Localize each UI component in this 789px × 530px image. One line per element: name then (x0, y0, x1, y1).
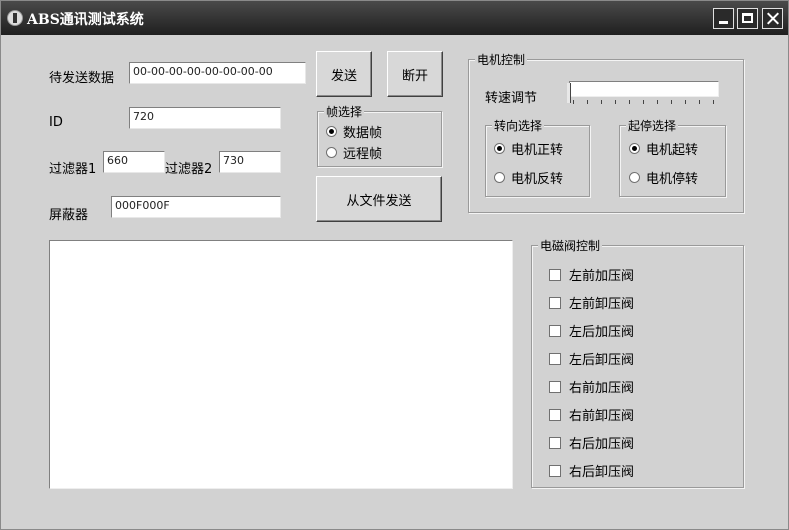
valve-checkbox-item[interactable]: 右前卸压阀 (549, 405, 634, 424)
checkbox-icon[interactable] (549, 324, 561, 337)
direction-group: 转向选择 电机正转 电机反转 (485, 117, 590, 197)
send-data-label: 待发送数据 (49, 71, 115, 86)
valve-checkbox-item[interactable]: 右后加压阀 (549, 433, 634, 452)
checkbox-icon[interactable] (549, 380, 561, 393)
valve-label: 右后卸压阀 (569, 465, 635, 480)
radio-icon[interactable] (326, 126, 337, 137)
speed-label: 转速调节 (485, 91, 538, 106)
startstop-group: 起停选择 电机起转 电机停转 (619, 117, 726, 197)
filter1-input[interactable]: 660 (103, 151, 165, 173)
valve-label: 右后加压阀 (569, 437, 635, 452)
send-data-input[interactable]: 00-00-00-00-00-00-00-00 (129, 62, 306, 84)
disconnect-button[interactable]: 断开 (387, 51, 443, 97)
valve-label: 左前卸压阀 (569, 297, 635, 312)
checkbox-icon[interactable] (549, 408, 561, 421)
filter2-label: 过滤器2 (165, 162, 213, 177)
motor-stop-option[interactable]: 电机停转 (629, 168, 698, 187)
app-icon[interactable] (7, 10, 23, 26)
valve-checkbox-item[interactable]: 左前加压阀 (549, 265, 634, 284)
valve-label: 右前卸压阀 (569, 409, 635, 424)
filter1-label: 过滤器1 (49, 162, 97, 177)
valve-label: 左前加压阀 (569, 269, 635, 284)
send-from-file-button[interactable]: 从文件发送 (316, 176, 442, 222)
mask-label: 屏蔽器 (49, 208, 89, 223)
valve-checkbox-item[interactable]: 左前卸压阀 (549, 293, 634, 312)
frame-option-remote[interactable]: 远程帧 (326, 143, 382, 162)
frame-select-title: 帧选择 (324, 103, 365, 120)
frame-option-data[interactable]: 数据帧 (326, 122, 382, 141)
valve-checkbox-item[interactable]: 左后加压阀 (549, 321, 634, 340)
maximize-icon[interactable] (737, 8, 758, 29)
send-button[interactable]: 发送 (316, 51, 372, 97)
motor-start-option[interactable]: 电机起转 (629, 139, 698, 158)
valve-label: 左后卸压阀 (569, 353, 635, 368)
radio-icon[interactable] (326, 147, 337, 158)
checkbox-icon[interactable] (549, 464, 561, 477)
direction-title: 转向选择 (492, 117, 545, 134)
frame-select-group: 帧选择 数据帧 远程帧 (317, 103, 442, 167)
direction-forward[interactable]: 电机正转 (494, 139, 563, 158)
startstop-title: 起停选择 (626, 117, 679, 134)
mask-input[interactable]: 000F000F (111, 196, 281, 218)
main-window: ABS通讯测试系统 待发送数据 00-00-00-00-00-00-00-00 … (0, 0, 789, 530)
valve-label: 左后加压阀 (569, 325, 635, 340)
valve-checkbox-item[interactable]: 右前加压阀 (549, 377, 634, 396)
id-label: ID (49, 115, 63, 130)
filter2-input[interactable]: 730 (219, 151, 281, 173)
checkbox-icon[interactable] (549, 268, 561, 281)
valve-checkbox-item[interactable]: 左后卸压阀 (549, 349, 634, 368)
minimize-icon[interactable] (713, 8, 734, 29)
checkbox-icon[interactable] (549, 436, 561, 449)
title-bar[interactable]: ABS通讯测试系统 (1, 1, 788, 35)
speed-slider-ticks (573, 100, 719, 104)
direction-reverse[interactable]: 电机反转 (494, 168, 563, 187)
checkbox-icon[interactable] (549, 296, 561, 309)
motor-control-title: 电机控制 (475, 51, 528, 68)
radio-icon[interactable] (629, 143, 640, 154)
speed-slider-track[interactable] (569, 81, 719, 97)
message-log-listbox[interactable] (49, 240, 513, 489)
window-title: ABS通讯测试系统 (27, 12, 144, 28)
speed-slider-thumb[interactable] (567, 83, 571, 103)
valve-checkbox-item[interactable]: 右后卸压阀 (549, 461, 634, 480)
radio-icon[interactable] (494, 143, 505, 154)
valve-label: 右前加压阀 (569, 381, 635, 396)
radio-icon[interactable] (494, 172, 505, 183)
id-input[interactable]: 720 (129, 107, 281, 129)
checkbox-icon[interactable] (549, 352, 561, 365)
close-icon[interactable] (762, 8, 783, 29)
radio-icon[interactable] (629, 172, 640, 183)
speed-slider[interactable] (567, 81, 719, 107)
valve-control-title: 电磁阀控制 (538, 237, 603, 254)
